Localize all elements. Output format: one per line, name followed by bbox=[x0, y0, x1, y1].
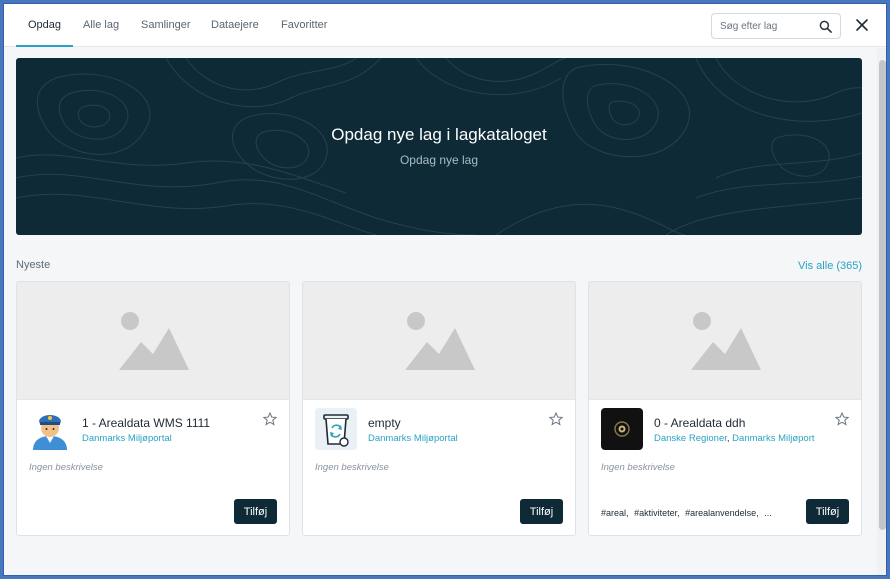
search-box bbox=[711, 13, 841, 39]
tab-alle-lag[interactable]: Alle lag bbox=[83, 4, 119, 47]
layer-card[interactable]: empty Danmarks Miljøportal Ingen beskriv… bbox=[302, 281, 576, 536]
thumbnail-placeholder bbox=[17, 282, 289, 400]
view-all-link[interactable]: Vis alle (365) bbox=[795, 260, 862, 272]
layer-card[interactable]: 0 - Arealdata ddh Danske Regioner, Danma… bbox=[588, 281, 862, 536]
image-placeholder-icon bbox=[405, 312, 475, 370]
hero-title: Opdag nye lag i lagkataloget bbox=[331, 125, 547, 144]
layer-card[interactable]: 1 - Arealdata WMS 1111 Danmarks Miljøpor… bbox=[16, 281, 290, 536]
tag-list: #areal, #aktiviteter, #arealanvendelse, … bbox=[601, 508, 772, 518]
layer-owner[interactable]: Danske Regioner bbox=[654, 433, 727, 444]
scrollbar[interactable] bbox=[877, 48, 886, 575]
layer-owners: Danske Regioner, Danmarks Miljøport bbox=[654, 433, 824, 444]
thumbnail-placeholder bbox=[589, 282, 861, 400]
tag[interactable]: #aktiviteter bbox=[634, 508, 677, 518]
image-placeholder-icon bbox=[119, 312, 189, 370]
tab-opdag[interactable]: Opdag bbox=[15, 4, 74, 47]
layer-owner[interactable]: Danmarks Miljøportal bbox=[368, 433, 538, 444]
thumbnail-placeholder bbox=[303, 282, 575, 400]
hero-banner: Opdag nye lag i lagkataloget Opdag nye l… bbox=[16, 58, 862, 235]
dark-logo-icon bbox=[601, 408, 643, 450]
topographic-pattern bbox=[16, 58, 862, 235]
recycle-bin-icon bbox=[315, 408, 357, 450]
layer-name[interactable]: empty bbox=[368, 416, 401, 430]
search-input[interactable] bbox=[720, 18, 816, 35]
layer-description: Ingen beskrivelse bbox=[315, 462, 389, 473]
add-layer-button[interactable]: Tilføj bbox=[806, 499, 849, 524]
add-layer-button[interactable]: Tilføj bbox=[234, 499, 277, 524]
top-navigation: Opdag Alle lag Samlinger Dataejere Favor… bbox=[4, 4, 886, 47]
layer-owner[interactable]: Danmarks Miljøportal bbox=[82, 433, 252, 444]
layer-name[interactable]: 0 - Arealdata ddh bbox=[654, 416, 745, 430]
layer-owner[interactable]: Danmarks Miljøport bbox=[732, 433, 814, 444]
tab-samlinger[interactable]: Samlinger bbox=[141, 4, 191, 47]
layer-name[interactable]: 1 - Arealdata WMS 1111 bbox=[82, 416, 210, 430]
section-title: Nyeste bbox=[16, 259, 51, 271]
star-icon[interactable] bbox=[549, 412, 563, 426]
hero-subtitle: Opdag nye lag bbox=[399, 153, 479, 167]
close-icon[interactable] bbox=[855, 18, 869, 32]
star-icon[interactable] bbox=[263, 412, 277, 426]
police-officer-icon bbox=[29, 408, 71, 450]
star-icon[interactable] bbox=[835, 412, 849, 426]
search-icon[interactable] bbox=[819, 20, 832, 33]
layer-catalog-window: Opdag Alle lag Samlinger Dataejere Favor… bbox=[3, 3, 887, 576]
image-placeholder-icon bbox=[691, 312, 761, 370]
view-all-count: (365) bbox=[836, 260, 862, 272]
layer-description: Ingen beskrivelse bbox=[601, 462, 675, 473]
tag-more[interactable]: ... bbox=[764, 508, 772, 518]
tag[interactable]: #areal bbox=[601, 508, 626, 518]
tab-favoritter[interactable]: Favoritter bbox=[281, 4, 327, 47]
tag[interactable]: #arealanvendelse bbox=[685, 508, 756, 518]
add-layer-button[interactable]: Tilføj bbox=[520, 499, 563, 524]
view-all-label: Vis alle bbox=[798, 260, 834, 272]
layer-description: Ingen beskrivelse bbox=[29, 462, 103, 473]
scrollbar-thumb[interactable] bbox=[879, 60, 886, 530]
main-content: Opdag nye lag i lagkataloget Opdag nye l… bbox=[4, 48, 876, 575]
tab-dataejere[interactable]: Dataejere bbox=[211, 4, 259, 47]
